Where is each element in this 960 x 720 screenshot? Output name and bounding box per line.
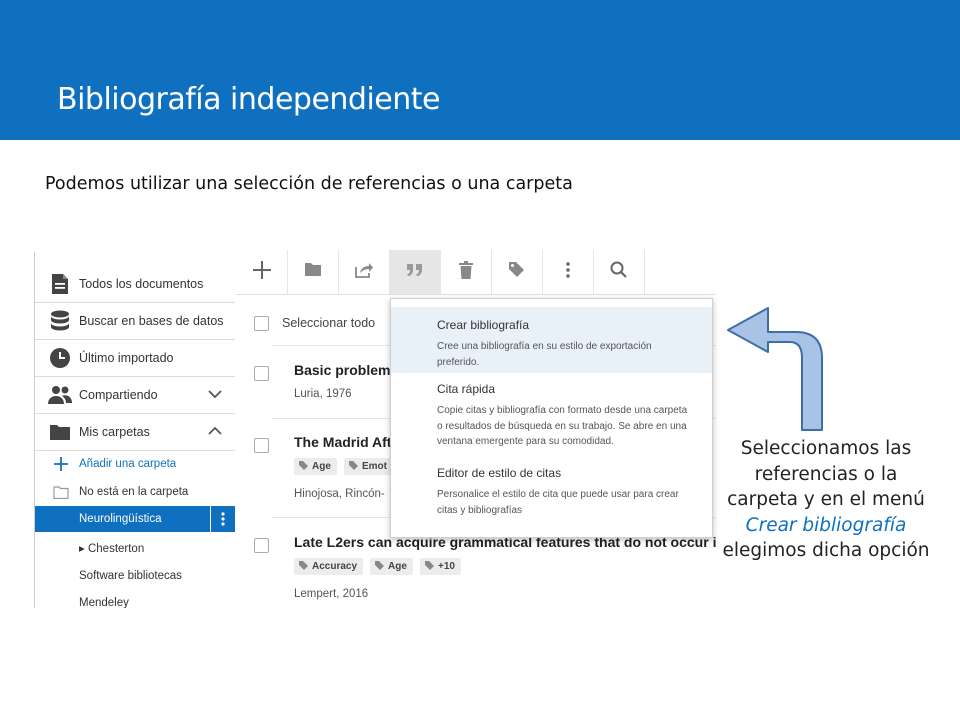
tag-chip[interactable]: Emot: [344, 458, 393, 475]
document-title[interactable]: The Madrid Aft: [294, 434, 391, 450]
add-to-folder-button[interactable]: [287, 250, 339, 294]
clock-icon: [47, 345, 73, 371]
folder-icon: [47, 419, 73, 445]
tag-label: Accuracy: [312, 561, 358, 572]
menu-item-title: Editor de estilo de citas: [437, 466, 562, 480]
folder-icon: [304, 262, 322, 282]
tag-chip[interactable]: Accuracy: [294, 558, 364, 575]
tag-chip[interactable]: Age: [294, 458, 337, 475]
sidebar-item-search-databases[interactable]: Buscar en bases de datos: [35, 303, 235, 340]
document-title[interactable]: Basic problem: [294, 362, 390, 378]
tag-icon: [375, 560, 384, 573]
menu-item-quick-citation[interactable]: Cita rápida Copie citas y bibliografía c…: [391, 375, 712, 459]
folder-mendeley[interactable]: Mendeley: [35, 590, 235, 608]
search-button[interactable]: [593, 250, 645, 294]
citation-dropdown-menu: Crear bibliografía Cree una bibliografía…: [390, 298, 713, 538]
folder-software-bibliotecas[interactable]: Software bibliotecas: [35, 563, 235, 589]
caption-text: Seleccionamos las referencias o la carpe…: [727, 438, 925, 510]
folder-not-in-folder[interactable]: No está en la carpeta: [35, 479, 235, 505]
sidebar-item-label: Buscar en bases de datos: [79, 314, 224, 328]
select-all-checkbox[interactable]: [254, 316, 269, 331]
trash-icon: [458, 260, 473, 284]
slide-caption: Seleccionamos las referencias o la carpe…: [722, 436, 930, 564]
people-icon: [47, 382, 73, 408]
document-checkbox[interactable]: [254, 438, 269, 453]
menu-item-description: Copie citas y bibliografía con formato d…: [437, 405, 688, 447]
tag-label: Age: [312, 461, 331, 472]
plus-icon: [53, 456, 69, 475]
folder-outline-icon: [53, 486, 69, 502]
folder-neurolinguistica[interactable]: Neurolingüística: [35, 506, 235, 532]
tag-label: Age: [388, 561, 407, 572]
document-meta: Luria, 1976: [294, 388, 352, 400]
slide-header: Bibliografía independiente: [0, 0, 960, 140]
delete-button[interactable]: [440, 250, 492, 294]
tag-icon: [425, 560, 434, 573]
search-icon: [610, 261, 627, 283]
sidebar-item-label: Mis carpetas: [79, 425, 150, 439]
add-folder-label: Añadir una carpeta: [79, 458, 177, 470]
tag-button[interactable]: [491, 250, 543, 294]
sidebar: Todos los documentos Buscar en bases de …: [34, 252, 235, 608]
tag-icon: [508, 261, 525, 283]
tag-chip[interactable]: +10: [420, 558, 461, 575]
slide-title: Bibliografía independiente: [57, 82, 441, 117]
caption-text: elegimos dicha opción: [722, 540, 930, 561]
folder-label: Software bibliotecas: [79, 570, 182, 582]
tag-icon: [299, 560, 308, 573]
share-icon: [354, 262, 373, 283]
sidebar-item-label: Último importado: [79, 351, 174, 365]
document-checkbox[interactable]: [254, 366, 269, 381]
document-meta: Hinojosa, Rincón-: [294, 488, 385, 500]
folder-label: Neurolingüística: [79, 513, 162, 525]
folder-chesterton[interactable]: ▸ Chesterton: [35, 535, 235, 561]
menu-item-title: Cita rápida: [437, 382, 496, 396]
sidebar-item-last-imported[interactable]: Último importado: [35, 340, 235, 377]
menu-item-description: Personalice el estilo de cita que puede …: [437, 489, 679, 516]
document-meta: Lempert, 2016: [294, 588, 369, 600]
document-icon: [47, 271, 73, 297]
toolbar: [236, 250, 716, 295]
sidebar-item-all-documents[interactable]: Todos los documentos: [35, 266, 235, 303]
more-icon: [565, 261, 570, 283]
menu-item-title: Crear bibliografía: [437, 318, 530, 332]
menu-item-create-bibliography[interactable]: Crear bibliografía Cree una bibliografía…: [391, 307, 712, 373]
folder-label: ▸ Chesterton: [79, 543, 145, 555]
tag-label: +10: [438, 561, 455, 572]
sidebar-item-sharing[interactable]: Compartiendo: [35, 377, 235, 414]
select-all-label: Seleccionar todo: [282, 316, 376, 330]
more-vertical-icon[interactable]: [210, 506, 235, 532]
citation-button[interactable]: [389, 250, 441, 294]
add-icon: [252, 260, 272, 285]
add-button[interactable]: [236, 250, 288, 294]
chevron-up-icon[interactable]: [207, 423, 223, 442]
caption-emphasis: Crear bibliografía: [745, 514, 907, 536]
menu-item-citation-style-editor[interactable]: Editor de estilo de citas Personalice el…: [391, 459, 712, 531]
share-button[interactable]: [338, 250, 390, 294]
slide-subtitle: Podemos utilizar una selección de refere…: [45, 174, 573, 194]
quote-icon: [406, 263, 424, 282]
curved-arrow-icon: [727, 307, 823, 431]
folder-label: Mendeley: [79, 597, 129, 608]
tag-icon: [299, 460, 308, 473]
chevron-down-icon[interactable]: [207, 386, 223, 405]
folder-label: No está en la carpeta: [79, 486, 189, 498]
menu-item-description: Cree una bibliografía en su estilo de ex…: [437, 341, 652, 368]
database-icon: [47, 308, 73, 334]
tag-chip[interactable]: Age: [370, 558, 413, 575]
more-button[interactable]: [542, 250, 594, 294]
sidebar-item-my-folders[interactable]: Mis carpetas: [35, 414, 235, 451]
tag-icon: [349, 460, 358, 473]
sidebar-item-label: Compartiendo: [79, 388, 158, 402]
tag-label: Emot: [362, 461, 387, 472]
document-checkbox[interactable]: [254, 538, 269, 553]
sidebar-item-label: Todos los documentos: [79, 277, 204, 291]
add-folder-button[interactable]: Añadir una carpeta: [35, 451, 235, 477]
